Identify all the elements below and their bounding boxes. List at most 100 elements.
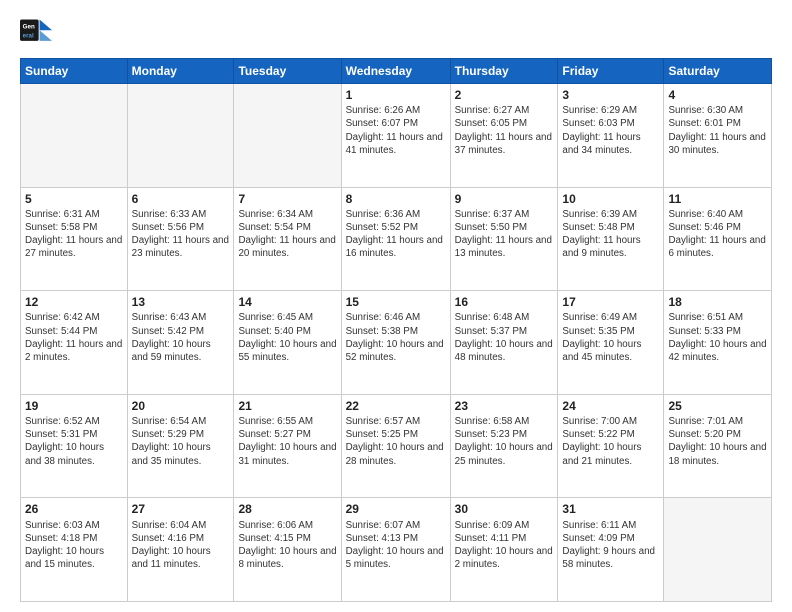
calendar-day: 29 Sunrise: 6:07 AM Sunset: 4:13 PM Dayli…	[341, 498, 450, 602]
day-number: 23	[455, 398, 554, 414]
day-info: Sunrise: 6:39 AM Sunset: 5:48 PM Dayligh…	[562, 208, 659, 261]
weekday-thursday: Thursday	[450, 59, 558, 84]
day-number: 27	[132, 501, 230, 517]
day-number: 4	[668, 87, 767, 103]
day-number: 8	[346, 191, 446, 207]
weekday-header-row: SundayMondayTuesdayWednesdayThursdayFrid…	[21, 59, 772, 84]
calendar-day	[664, 498, 772, 602]
calendar-day: 16Sunrise: 6:48 AM Sunset: 5:37 PM Dayli…	[450, 291, 558, 395]
weekday-friday: Friday	[558, 59, 664, 84]
calendar-week-2: 5Sunrise: 6:31 AM Sunset: 5:58 PM Daylig…	[21, 187, 772, 291]
day-info: Sunrise: 6:49 AM Sunset: 5:35 PM Dayligh…	[562, 311, 659, 364]
calendar-day: 7Sunrise: 6:34 AM Sunset: 5:54 PM Daylig…	[234, 187, 341, 291]
svg-text:eral: eral	[23, 32, 34, 39]
day-number: 2	[455, 87, 554, 103]
day-number: 10	[562, 191, 659, 207]
day-info: Sunrise: 6:27 AM Sunset: 6:05 PM Dayligh…	[455, 104, 554, 157]
calendar-day: 11Sunrise: 6:40 AM Sunset: 5:46 PM Dayli…	[664, 187, 772, 291]
day-info: Sunrise: 6:45 AM Sunset: 5:40 PM Dayligh…	[238, 311, 336, 364]
day-number: 18	[668, 294, 767, 310]
calendar-week-5: 26 Sunrise: 6:03 AM Sunset: 4:18 PM Dayli…	[21, 498, 772, 602]
day-info: Sunrise: 6:34 AM Sunset: 5:54 PM Dayligh…	[238, 208, 336, 261]
calendar-day: 28Sunrise: 6:06 AM Sunset: 4:15 PM Dayli…	[234, 498, 341, 602]
day-number: 6	[132, 191, 230, 207]
day-info: Sunrise: 6:48 AM Sunset: 5:37 PM Dayligh…	[455, 311, 554, 364]
calendar-day: 14Sunrise: 6:45 AM Sunset: 5:40 PM Dayli…	[234, 291, 341, 395]
day-info: Sunrise: 6:40 AM Sunset: 5:46 PM Dayligh…	[668, 208, 767, 261]
calendar-day: 1Sunrise: 6:26 AM Sunset: 6:07 PM Daylig…	[341, 84, 450, 188]
day-info: Sunrise: 6:04 AM Sunset: 4:16 PM Dayligh…	[132, 519, 230, 572]
day-number: 24	[562, 398, 659, 414]
day-info: Sunrise: 6:52 AM Sunset: 5:31 PM Dayligh…	[25, 415, 123, 468]
header: Gen eral	[20, 16, 772, 48]
day-number: 30	[455, 501, 554, 517]
calendar-week-4: 19Sunrise: 6:52 AM Sunset: 5:31 PM Dayli…	[21, 394, 772, 498]
calendar-day: 8Sunrise: 6:36 AM Sunset: 5:52 PM Daylig…	[341, 187, 450, 291]
calendar-day: 31Sunrise: 6:11 AM Sunset: 4:09 PM Dayli…	[558, 498, 664, 602]
day-info: Sunrise: 6:46 AM Sunset: 5:38 PM Dayligh…	[346, 311, 446, 364]
weekday-sunday: Sunday	[21, 59, 128, 84]
day-number: 1	[346, 87, 446, 103]
day-number: 20	[132, 398, 230, 414]
day-number: 19	[25, 398, 123, 414]
day-number: 14	[238, 294, 336, 310]
calendar-day	[127, 84, 234, 188]
day-number: 28	[238, 501, 336, 517]
calendar-day: 10Sunrise: 6:39 AM Sunset: 5:48 PM Dayli…	[558, 187, 664, 291]
calendar-week-1: 1Sunrise: 6:26 AM Sunset: 6:07 PM Daylig…	[21, 84, 772, 188]
logo: Gen eral	[20, 16, 56, 48]
calendar-day: 6Sunrise: 6:33 AM Sunset: 5:56 PM Daylig…	[127, 187, 234, 291]
day-info: Sunrise: 7:00 AM Sunset: 5:22 PM Dayligh…	[562, 415, 659, 468]
day-number: 3	[562, 87, 659, 103]
calendar-day: 17Sunrise: 6:49 AM Sunset: 5:35 PM Dayli…	[558, 291, 664, 395]
svg-text:Gen: Gen	[23, 23, 35, 30]
calendar-day: 15Sunrise: 6:46 AM Sunset: 5:38 PM Dayli…	[341, 291, 450, 395]
calendar-day: 25Sunrise: 7:01 AM Sunset: 5:20 PM Dayli…	[664, 394, 772, 498]
day-number: 22	[346, 398, 446, 414]
day-info: Sunrise: 6:09 AM Sunset: 4:11 PM Dayligh…	[455, 519, 554, 572]
calendar-day: 3Sunrise: 6:29 AM Sunset: 6:03 PM Daylig…	[558, 84, 664, 188]
calendar-day: 23Sunrise: 6:58 AM Sunset: 5:23 PM Dayli…	[450, 394, 558, 498]
day-info: Sunrise: 6:37 AM Sunset: 5:50 PM Dayligh…	[455, 208, 554, 261]
day-info: Sunrise: 6:33 AM Sunset: 5:56 PM Dayligh…	[132, 208, 230, 261]
day-info: Sunrise: 6:58 AM Sunset: 5:23 PM Dayligh…	[455, 415, 554, 468]
weekday-tuesday: Tuesday	[234, 59, 341, 84]
calendar-day: 21Sunrise: 6:55 AM Sunset: 5:27 PM Dayli…	[234, 394, 341, 498]
day-info: Sunrise: 6:26 AM Sunset: 6:07 PM Dayligh…	[346, 104, 446, 157]
day-info: Sunrise: 6:31 AM Sunset: 5:58 PM Dayligh…	[25, 208, 123, 261]
logo-icon: Gen eral	[20, 16, 52, 48]
day-number: 21	[238, 398, 336, 414]
day-info: Sunrise: 6:54 AM Sunset: 5:29 PM Dayligh…	[132, 415, 230, 468]
calendar-table: SundayMondayTuesdayWednesdayThursdayFrid…	[20, 58, 772, 602]
day-info: Sunrise: 6:07 AM Sunset: 4:13 PM Dayligh…	[346, 519, 446, 572]
calendar-day: 20Sunrise: 6:54 AM Sunset: 5:29 PM Dayli…	[127, 394, 234, 498]
calendar-day: 9Sunrise: 6:37 AM Sunset: 5:50 PM Daylig…	[450, 187, 558, 291]
calendar-day: 13Sunrise: 6:43 AM Sunset: 5:42 PM Dayli…	[127, 291, 234, 395]
day-info: Sunrise: 6:36 AM Sunset: 5:52 PM Dayligh…	[346, 208, 446, 261]
day-info: Sunrise: 6:42 AM Sunset: 5:44 PM Dayligh…	[25, 311, 123, 364]
calendar-day: 4Sunrise: 6:30 AM Sunset: 6:01 PM Daylig…	[664, 84, 772, 188]
day-info: Sunrise: 6:51 AM Sunset: 5:33 PM Dayligh…	[668, 311, 767, 364]
day-number: 29	[346, 501, 446, 517]
calendar-day: 12Sunrise: 6:42 AM Sunset: 5:44 PM Dayli…	[21, 291, 128, 395]
day-info: Sunrise: 6:43 AM Sunset: 5:42 PM Dayligh…	[132, 311, 230, 364]
day-info: Sunrise: 6:55 AM Sunset: 5:27 PM Dayligh…	[238, 415, 336, 468]
calendar-day: 5Sunrise: 6:31 AM Sunset: 5:58 PM Daylig…	[21, 187, 128, 291]
calendar-day: 30 Sunrise: 6:09 AM Sunset: 4:11 PM Dayli…	[450, 498, 558, 602]
day-number: 5	[25, 191, 123, 207]
day-info: Sunrise: 6:03 AM Sunset: 4:18 PM Dayligh…	[25, 519, 123, 572]
calendar-day: 18Sunrise: 6:51 AM Sunset: 5:33 PM Dayli…	[664, 291, 772, 395]
calendar-day: 19Sunrise: 6:52 AM Sunset: 5:31 PM Dayli…	[21, 394, 128, 498]
calendar-week-3: 12Sunrise: 6:42 AM Sunset: 5:44 PM Dayli…	[21, 291, 772, 395]
day-number: 7	[238, 191, 336, 207]
calendar-day: 24Sunrise: 7:00 AM Sunset: 5:22 PM Dayli…	[558, 394, 664, 498]
day-info: Sunrise: 6:57 AM Sunset: 5:25 PM Dayligh…	[346, 415, 446, 468]
calendar-day: 26 Sunrise: 6:03 AM Sunset: 4:18 PM Dayli…	[21, 498, 128, 602]
day-info: Sunrise: 6:11 AM Sunset: 4:09 PM Dayligh…	[562, 519, 659, 572]
calendar-day	[234, 84, 341, 188]
day-number: 16	[455, 294, 554, 310]
day-number: 12	[25, 294, 123, 310]
day-number: 25	[668, 398, 767, 414]
day-number: 26	[25, 501, 123, 517]
day-number: 15	[346, 294, 446, 310]
